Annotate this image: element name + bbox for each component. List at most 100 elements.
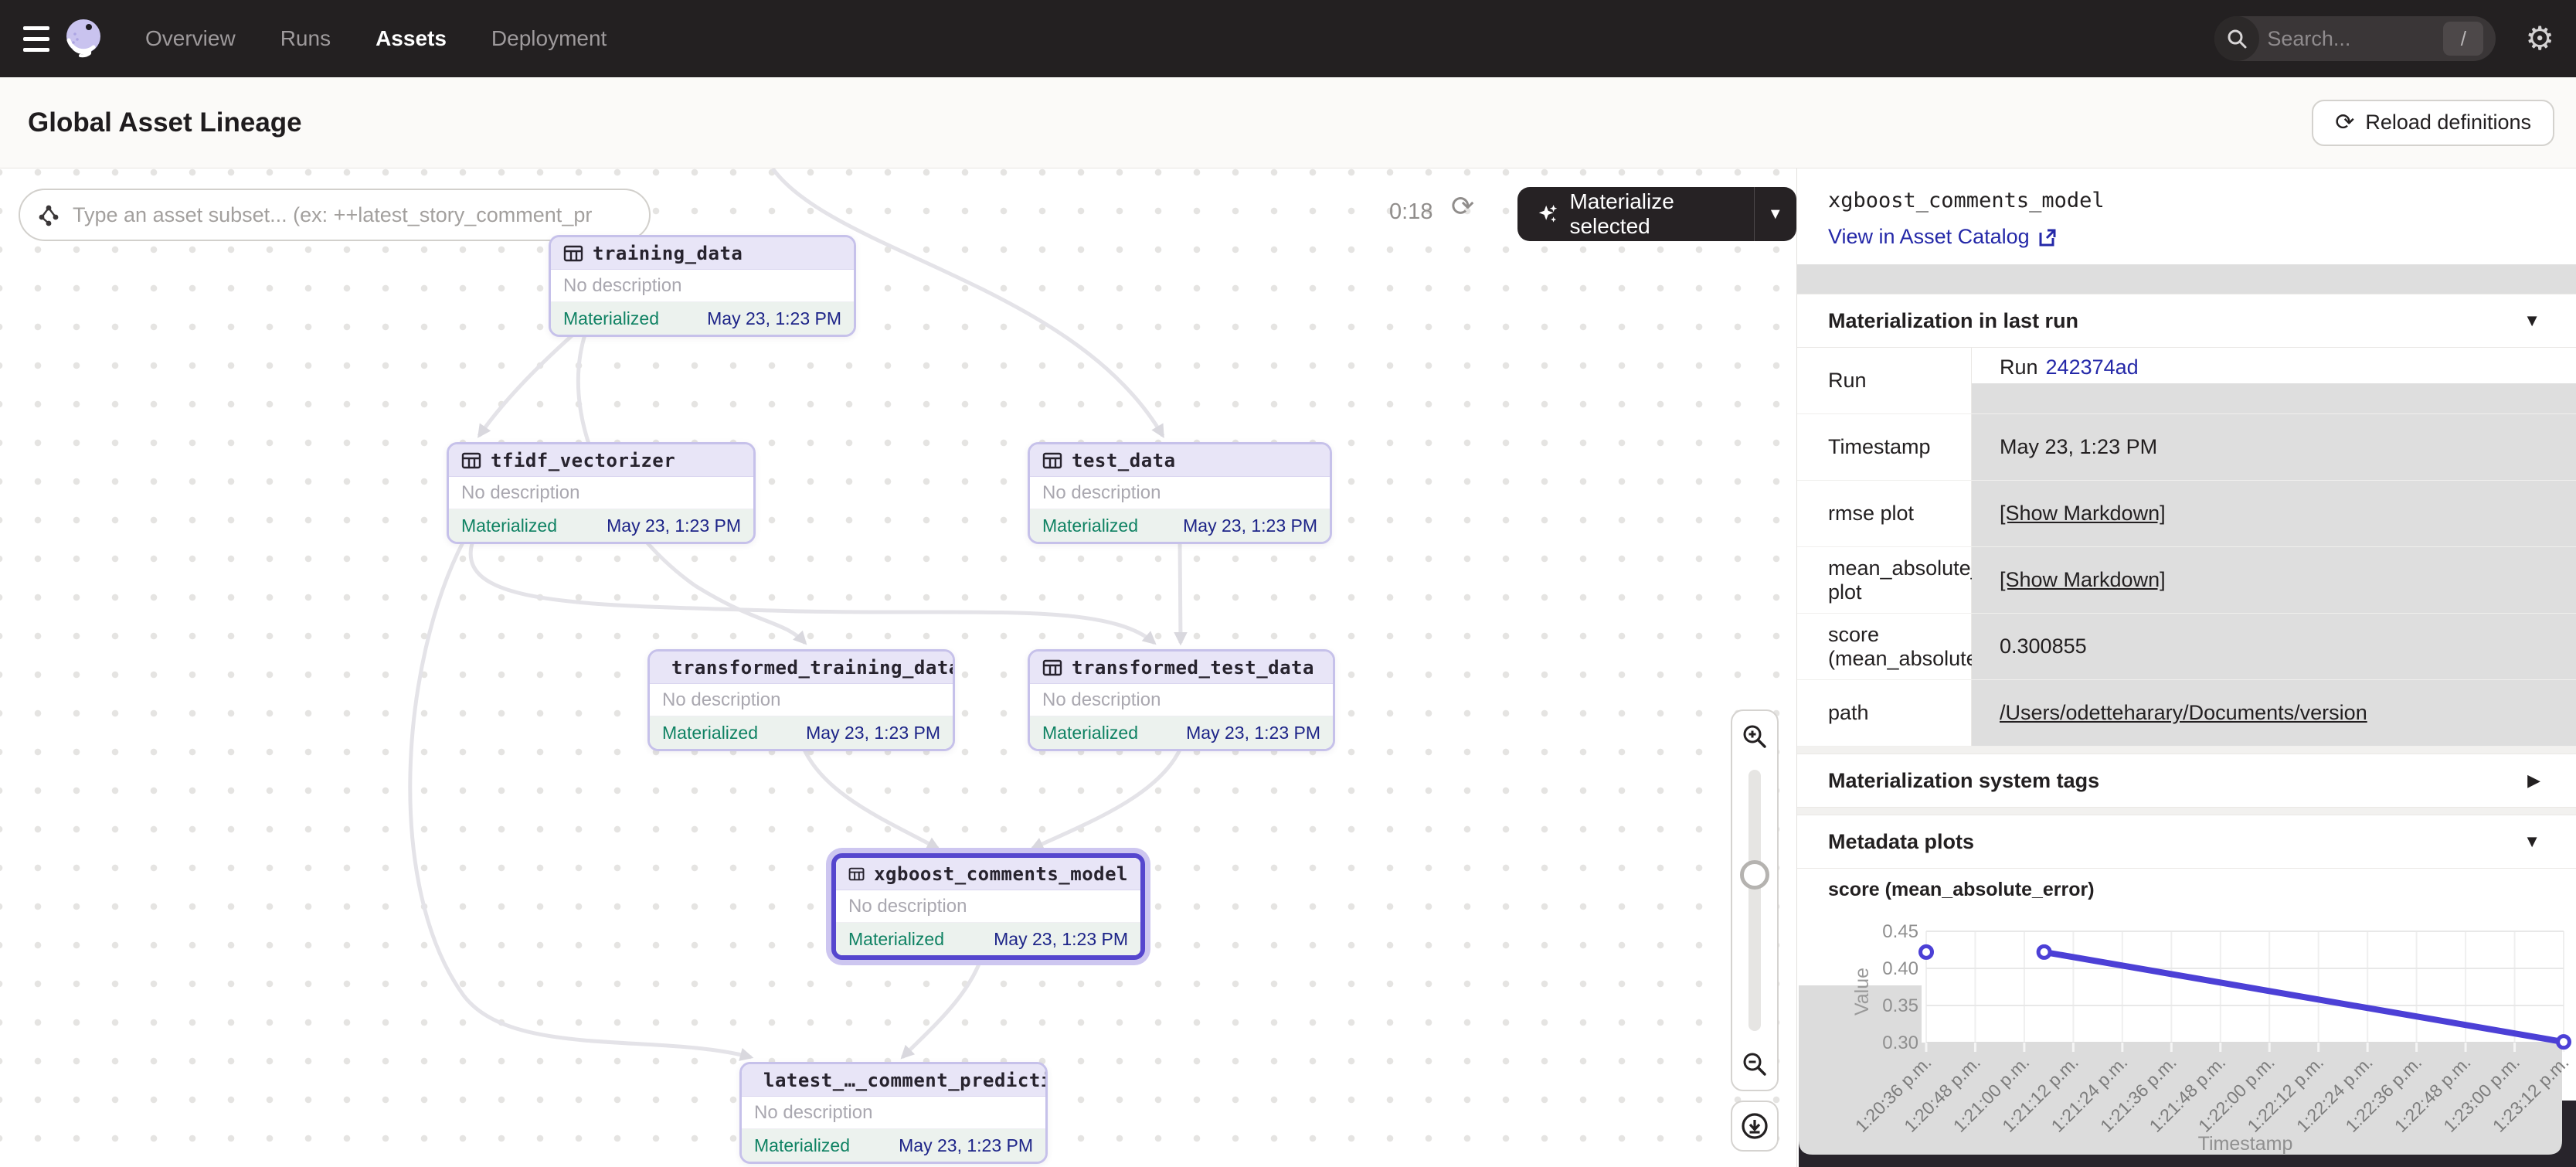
zoom-out-icon	[1741, 1050, 1769, 1078]
section-spacer	[1797, 808, 2576, 815]
asset-subset-filter[interactable]	[19, 189, 651, 241]
nav-tabs: Overview Runs Assets Deployment	[145, 26, 607, 51]
section-title: Materialization in last run	[1828, 309, 2078, 333]
view-in-asset-catalog-link[interactable]: View in Asset Catalog	[1828, 225, 2545, 249]
section-title: Materialization system tags	[1828, 769, 2099, 793]
table-row-score: score (mean_absolute_error) 0.300855	[1797, 614, 2576, 680]
asset-node-xgboost-comments-model[interactable]: xgboost_comments_model No description Ma…	[831, 853, 1145, 960]
asset-status: Materialized	[1042, 723, 1138, 743]
asset-status: Materialized	[848, 929, 944, 950]
external-link-icon	[2037, 227, 2058, 247]
chevron-right-icon[interactable]: ▶	[2527, 771, 2540, 791]
svg-text:0.30: 0.30	[1882, 1033, 1918, 1053]
row-label: mean_absolute_error plot	[1797, 547, 1972, 613]
asset-name: xgboost_comments_model	[874, 863, 1128, 885]
section-spacer	[1797, 747, 2576, 754]
section-title: Metadata plots	[1828, 830, 1974, 854]
show-markdown-link[interactable]: [Show Markdown]	[2000, 568, 2166, 592]
zoom-slider-track	[1748, 770, 1761, 1031]
materialization-metadata-table: Run Run 242374ad Timestamp May 23, 1:23 …	[1797, 348, 2576, 747]
asset-node-training-data[interactable]: training_data No description Materialize…	[549, 235, 856, 337]
asset-name: transformed_training_data	[671, 657, 955, 679]
show-markdown-link[interactable]: [Show Markdown]	[2000, 502, 2166, 526]
table-row-run: Run Run 242374ad	[1797, 348, 2576, 414]
asset-status: Materialized	[662, 723, 758, 743]
asset-description: No description	[449, 477, 753, 509]
asset-node-transformed-training-data[interactable]: transformed_training_data No description…	[647, 649, 955, 751]
table-icon	[461, 451, 481, 471]
reload-definitions-label: Reload definitions	[2365, 111, 2531, 134]
nav-tab-deployment[interactable]: Deployment	[491, 26, 607, 51]
metadata-plot-title: score (mean_absolute_error)	[1797, 869, 2576, 910]
path-link[interactable]: /Users/odetteharary/Documents/version	[2000, 701, 2367, 725]
dagster-logo-icon[interactable]	[62, 17, 105, 60]
asset-timestamp[interactable]: May 23, 1:23 PM	[607, 515, 741, 536]
asset-timestamp[interactable]: May 23, 1:23 PM	[1183, 515, 1317, 536]
table-icon	[1042, 658, 1062, 678]
materialize-selected-button[interactable]: Materialize selected ▼	[1517, 187, 1796, 241]
materialize-dropdown-caret[interactable]: ▼	[1754, 187, 1796, 241]
download-graph-button[interactable]	[1731, 1101, 1779, 1152]
panel-asset-title: xgboost_comments_model	[1828, 189, 2545, 213]
settings-gear-icon[interactable]: ⚙	[2525, 22, 2554, 55]
nav-tab-overview[interactable]: Overview	[145, 26, 236, 51]
chevron-down-icon[interactable]: ▼	[2523, 311, 2540, 331]
section-metadata-plots[interactable]: Metadata plots ▼	[1797, 815, 2576, 869]
asset-description: No description	[1030, 684, 1333, 716]
materialize-label: Materialize selected	[1569, 189, 1733, 239]
table-row-timestamp: Timestamp May 23, 1:23 PM	[1797, 414, 2576, 481]
row-label: path	[1797, 680, 1972, 746]
global-search[interactable]: /	[2214, 16, 2496, 61]
asset-timestamp[interactable]: May 23, 1:23 PM	[994, 929, 1128, 950]
nav-tab-assets[interactable]: Assets	[376, 26, 447, 51]
asset-timestamp[interactable]: May 23, 1:23 PM	[806, 723, 940, 743]
zoom-in-icon	[1741, 723, 1769, 750]
edge-tfidf-to-latest-predictions	[410, 541, 751, 1057]
row-label: rmse plot	[1797, 481, 1972, 546]
asset-name: latest_…_comment_predictions	[763, 1070, 1048, 1091]
chevron-down-icon[interactable]: ▼	[2523, 832, 2540, 852]
nav-tab-runs[interactable]: Runs	[280, 26, 331, 51]
asset-timestamp[interactable]: May 23, 1:23 PM	[899, 1135, 1033, 1156]
section-materialization-last-run[interactable]: Materialization in last run ▼	[1797, 294, 2576, 348]
asset-timestamp[interactable]: May 23, 1:23 PM	[1186, 723, 1320, 743]
zoom-slider[interactable]	[1732, 762, 1777, 1039]
edge-xgboost-to-latest-predictions	[902, 954, 983, 1057]
asset-name: training_data	[593, 243, 743, 264]
asset-node-transformed-test-data[interactable]: transformed_test_data No description Mat…	[1028, 649, 1335, 751]
run-id-link[interactable]: 242374ad	[2046, 356, 2139, 379]
edge-test-to-transformed-test	[1180, 541, 1181, 643]
search-input[interactable]	[2267, 27, 2421, 51]
zoom-in-button[interactable]	[1732, 711, 1777, 762]
asset-node-latest-comment-predictions[interactable]: latest_…_comment_predictions No descript…	[739, 1062, 1048, 1164]
edge-transformed-training-to-xgboost	[804, 748, 938, 849]
asset-timestamp[interactable]: May 23, 1:23 PM	[707, 308, 841, 329]
asset-description: No description	[551, 270, 854, 302]
asset-lineage-graph[interactable]: 0:18 ⟳ Materialize selected ▼ training_d…	[0, 168, 1797, 1167]
y-axis-label: Value	[1851, 968, 1873, 1016]
asset-node-test-data[interactable]: test_data No description MaterializedMay…	[1028, 442, 1332, 544]
asset-description: No description	[742, 1097, 1045, 1129]
sparkle-icon	[1538, 202, 1558, 226]
table-row-path: path /Users/odetteharary/Documents/versi…	[1797, 680, 2576, 747]
refresh-icon[interactable]: ⟳	[1451, 190, 1474, 223]
edge-transformed-test-to-xgboost	[1032, 748, 1181, 849]
reload-definitions-button[interactable]: ⟳ Reload definitions	[2312, 100, 2554, 146]
page-title: Global Asset Lineage	[28, 107, 302, 138]
asset-name: test_data	[1072, 450, 1176, 471]
x-axis-label: Timestamp	[2198, 1133, 2293, 1155]
catalog-link-label: View in Asset Catalog	[1828, 225, 2030, 249]
page-header: Global Asset Lineage ⟳ Reload definition…	[0, 77, 2576, 168]
asset-description: No description	[650, 684, 953, 716]
asset-node-tfidf-vectorizer[interactable]: tfidf_vectorizer No description Material…	[447, 442, 756, 544]
section-system-tags[interactable]: Materialization system tags ▶	[1797, 754, 2576, 808]
zoom-out-button[interactable]	[1732, 1039, 1777, 1090]
edge-tfidf-to-transformed-test	[471, 541, 1154, 643]
score-line-chart: 0.450.400.350.30 1:20:36 p.m.1:20:48 p.m…	[1797, 910, 2576, 1167]
svg-text:0.40: 0.40	[1882, 958, 1918, 979]
hamburger-menu-icon[interactable]	[0, 0, 57, 77]
table-icon	[848, 864, 865, 884]
top-nav: Overview Runs Assets Deployment / ⚙	[0, 0, 2576, 77]
zoom-slider-handle[interactable]	[1740, 860, 1769, 890]
asset-subset-input[interactable]	[73, 203, 613, 227]
